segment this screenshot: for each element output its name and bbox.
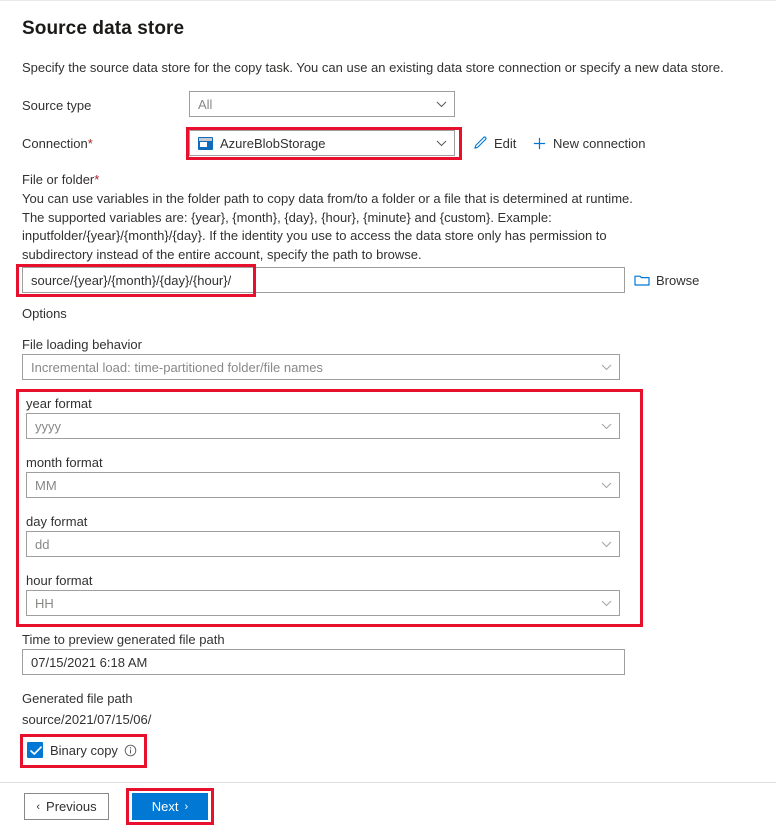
binary-copy-checkbox[interactable] — [27, 742, 43, 758]
pencil-icon — [473, 136, 488, 151]
browse-label: Browse — [656, 273, 699, 288]
source-type-dropdown[interactable]: All — [189, 91, 455, 117]
time-preview-input[interactable]: 07/15/2021 6:18 AM — [22, 649, 625, 675]
year-format-value: yyyy — [35, 419, 61, 434]
options-label: Options — [22, 306, 67, 321]
chevron-down-icon — [436, 138, 447, 149]
hour-format-value: HH — [35, 596, 54, 611]
new-connection-button[interactable]: New connection — [532, 132, 646, 154]
edit-connection-label: Edit — [494, 136, 516, 151]
binary-copy-checkbox-row[interactable]: Binary copy — [27, 742, 137, 758]
next-button[interactable]: Next › — [132, 793, 208, 820]
year-format-label: year format — [26, 396, 92, 411]
file-or-folder-value: source/{year}/{month}/{day}/{hour}/ — [31, 273, 231, 288]
file-loading-behavior-label: File loading behavior — [22, 337, 142, 352]
info-icon[interactable] — [124, 744, 137, 757]
file-or-folder-label-text: File or folder — [22, 172, 94, 187]
azure-blob-storage-icon — [198, 137, 213, 150]
chevron-down-icon — [601, 421, 612, 432]
month-format-value: MM — [35, 478, 57, 493]
source-type-value: All — [198, 97, 212, 112]
connection-label: Connection* — [22, 136, 93, 151]
connection-value: AzureBlobStorage — [220, 136, 326, 151]
chevron-down-icon — [601, 598, 612, 609]
day-format-value: dd — [35, 537, 49, 552]
year-format-dropdown[interactable]: yyyy — [26, 413, 620, 439]
chevron-down-icon — [601, 362, 612, 373]
footer-divider — [0, 782, 776, 783]
file-loading-behavior-value: Incremental load: time-partitioned folde… — [31, 360, 323, 375]
file-or-folder-label: File or folder* — [22, 172, 99, 187]
hour-format-label: hour format — [26, 573, 92, 588]
source-data-store-panel: Source data store Specify the source dat… — [0, 0, 776, 827]
time-preview-label: Time to preview generated file path — [22, 632, 225, 647]
file-or-folder-input[interactable]: source/{year}/{month}/{day}/{hour}/ — [22, 267, 625, 293]
chevron-left-icon: ‹ — [36, 801, 40, 813]
folder-icon — [634, 273, 650, 287]
chevron-down-icon — [601, 539, 612, 550]
binary-copy-label: Binary copy — [50, 743, 118, 758]
chevron-down-icon — [601, 480, 612, 491]
previous-button[interactable]: ‹ Previous — [24, 793, 109, 820]
generated-file-path-value: source/2021/07/15/06/ — [22, 712, 151, 727]
file-loading-behavior-dropdown[interactable]: Incremental load: time-partitioned folde… — [22, 354, 620, 380]
month-format-label: month format — [26, 455, 103, 470]
previous-button-label: Previous — [46, 799, 97, 814]
generated-file-path-label: Generated file path — [22, 691, 133, 706]
connection-dropdown[interactable]: AzureBlobStorage — [189, 130, 455, 156]
page-description: Specify the source data store for the co… — [22, 59, 752, 77]
time-preview-value: 07/15/2021 6:18 AM — [31, 655, 147, 670]
browse-button[interactable]: Browse — [634, 269, 699, 291]
page-title: Source data store — [22, 18, 184, 40]
file-or-folder-description: You can use variables in the folder path… — [22, 190, 658, 264]
day-format-dropdown[interactable]: dd — [26, 531, 620, 557]
top-divider — [0, 0, 776, 1]
chevron-right-icon: › — [185, 801, 189, 813]
next-button-label: Next — [152, 799, 179, 814]
new-connection-label: New connection — [553, 136, 646, 151]
plus-icon — [532, 136, 547, 151]
chevron-down-icon — [436, 99, 447, 110]
source-type-label: Source type — [22, 98, 91, 113]
edit-connection-button[interactable]: Edit — [473, 132, 516, 154]
hour-format-dropdown[interactable]: HH — [26, 590, 620, 616]
file-or-folder-required-asterisk: * — [94, 172, 99, 187]
day-format-label: day format — [26, 514, 87, 529]
connection-label-text: Connection — [22, 136, 88, 151]
connection-required-asterisk: * — [88, 136, 93, 151]
month-format-dropdown[interactable]: MM — [26, 472, 620, 498]
